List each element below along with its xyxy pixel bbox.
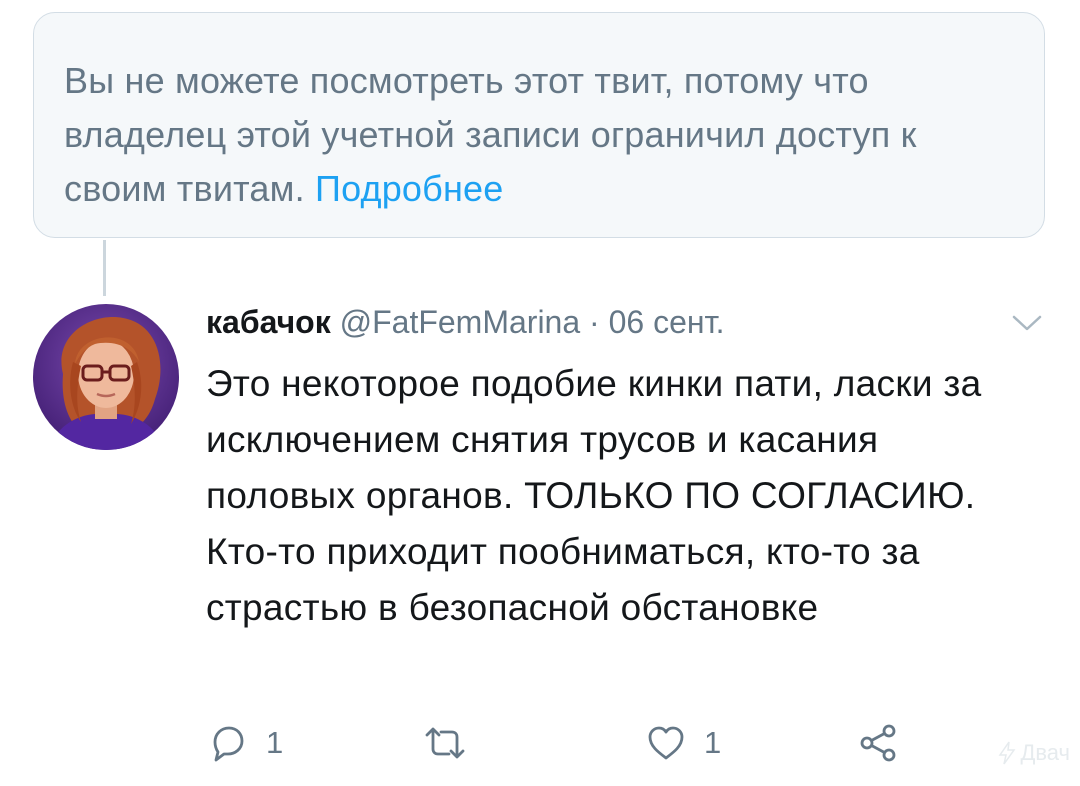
watermark-text: Двач xyxy=(1020,740,1070,765)
lightning-icon xyxy=(999,741,1016,765)
notice-text: Вы не можете посмотреть этот твит, потом… xyxy=(64,54,1014,216)
share-icon xyxy=(860,724,896,762)
learn-more-link[interactable]: Подробнее xyxy=(315,168,504,209)
tweet-text: Это некоторое подобие кинки пати, ласки … xyxy=(206,363,982,628)
avatar-image xyxy=(33,304,179,450)
chevron-down-icon xyxy=(1012,315,1042,331)
author-handle[interactable]: @FatFemMarina xyxy=(340,304,581,340)
header-separator: · xyxy=(589,304,600,340)
like-button[interactable]: 1 xyxy=(644,718,721,768)
reply-button[interactable]: 1 xyxy=(206,718,283,768)
watermark: Двач xyxy=(998,740,1070,766)
avatar[interactable] xyxy=(33,304,179,450)
tweet-menu-button[interactable] xyxy=(1012,314,1042,332)
retweet-button[interactable] xyxy=(421,718,485,768)
thread-connector-line xyxy=(103,240,106,296)
tweet-header: кабачок @FatFemMarina · 06 сент. xyxy=(206,300,1006,344)
share-button[interactable] xyxy=(856,718,900,768)
author-name[interactable]: кабачок xyxy=(206,304,331,340)
tweet-actions: 1 1 xyxy=(206,718,926,768)
reply-bubble-icon xyxy=(213,726,244,762)
tweet[interactable]: кабачок @FatFemMarina · 06 сент. Это нек… xyxy=(206,300,1006,636)
retweet-icon xyxy=(425,727,465,759)
heart-icon xyxy=(648,726,684,760)
reply-count: 1 xyxy=(266,725,284,760)
like-count: 1 xyxy=(704,725,722,760)
withheld-tweet-notice: Вы не можете посмотреть этот твит, потом… xyxy=(33,12,1045,238)
tweet-date[interactable]: 06 сент. xyxy=(609,304,725,340)
